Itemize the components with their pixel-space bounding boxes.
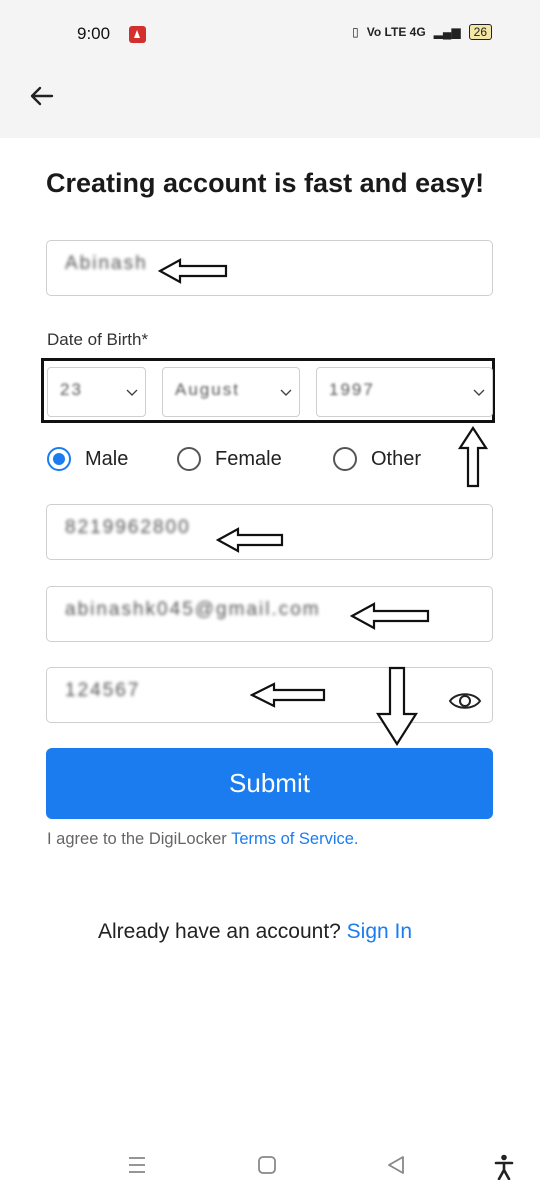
gender-other-option[interactable]: Other [333,447,421,471]
chevron-down-icon [280,389,292,396]
recent-apps-icon[interactable] [126,1154,148,1176]
dob-month-value: August [175,380,240,399]
gender-male-option[interactable]: Male [47,447,128,471]
annotation-arrow-left-icon [158,258,228,284]
name-input[interactable]: Abinash [46,240,493,296]
dob-day-select[interactable]: 23 [47,367,146,417]
battery-icon: 26 [468,24,492,40]
signin-prompt-text: Already have an account? [98,920,347,943]
dob-year-select[interactable]: 1997 [316,367,493,417]
accessibility-icon[interactable] [493,1154,515,1180]
home-icon[interactable] [256,1154,278,1176]
submit-button[interactable]: Submit [46,748,493,819]
dob-label: Date of Birth* [47,330,149,349]
radio-checked-icon[interactable] [47,447,71,471]
password-value: 124567 [65,680,141,701]
chevron-down-icon [473,389,485,396]
dob-day-value: 23 [60,380,83,399]
sign-in-link[interactable]: Sign In [347,920,412,943]
terms-of-service-link[interactable]: Terms of Service. [231,830,358,848]
back-nav-icon[interactable] [385,1154,407,1176]
vibrate-icon: ▯ [352,25,359,39]
app-bar [0,70,540,138]
annotation-arrow-left-icon [350,602,430,630]
signin-prompt: Already have an account? Sign In [98,920,412,944]
gender-female-option[interactable]: Female [177,447,282,471]
annotation-arrow-left-icon [250,682,326,708]
gender-female-label: Female [215,447,282,470]
annotation-arrow-up-icon [458,426,488,488]
terms-agreement: I agree to the DigiLocker Terms of Servi… [47,830,359,849]
back-arrow-icon[interactable] [26,80,58,112]
terms-agreement-text: I agree to the DigiLocker [47,830,232,848]
network-signal-icon: Vo LTE 4G [366,25,426,39]
annotation-arrow-left-icon [216,527,284,553]
email-value: abinashk045@gmail.com [65,599,321,620]
mobile-value: 8219962800 [65,517,191,538]
name-value: Abinash [65,253,148,274]
system-nav-bar [0,1140,540,1200]
eye-visibility-icon[interactable] [448,690,482,712]
page-title: Creating account is fast and easy! [46,168,485,198]
chevron-down-icon [126,389,138,396]
status-bar: 9:00 ▯ Vo LTE 4G ▂▄▆ 26 [0,0,540,70]
gender-male-label: Male [85,447,129,470]
signal-bars-icon: ▂▄▆ [433,25,461,39]
dob-year-value: 1997 [329,380,375,399]
gender-other-label: Other [371,447,422,470]
radio-unchecked-icon[interactable] [333,447,357,471]
radio-unchecked-icon[interactable] [177,447,201,471]
notification-alert-icon [129,26,146,43]
dob-month-select[interactable]: August [162,367,300,417]
status-time: 9:00 [77,24,111,43]
system-icons: ▯ Vo LTE 4G ▂▄▆ 26 [352,24,492,40]
annotation-arrow-down-icon [376,666,418,746]
